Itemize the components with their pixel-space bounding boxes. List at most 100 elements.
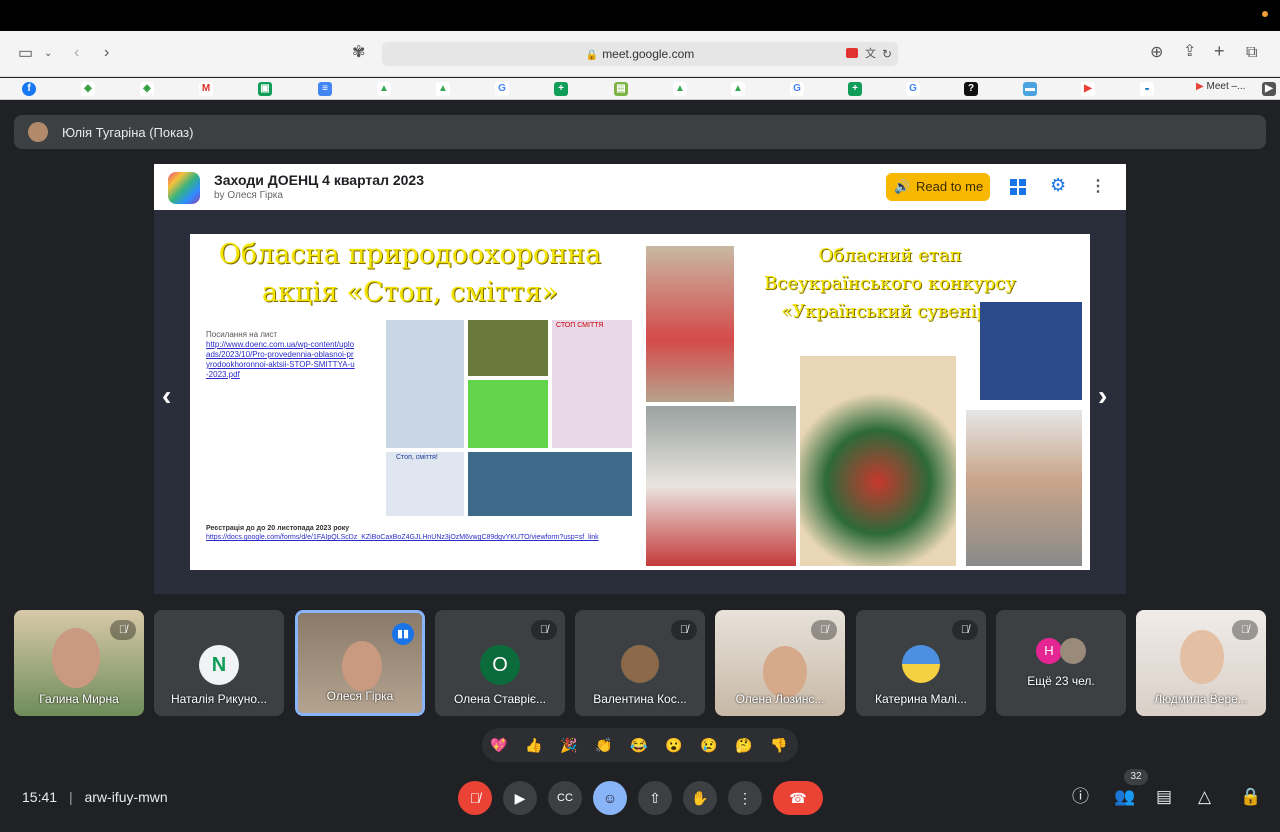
slide-link-url[interactable]: http://www.doenc.com.ua/wp-content/uploa… <box>206 340 356 380</box>
drive-bookmark-icon[interactable]: ▲ <box>377 82 391 96</box>
tabs-overview-icon[interactable]: ⧉ <box>1246 45 1257 61</box>
chevron-down-icon[interactable]: ⌄ <box>44 46 52 62</box>
mic-toggle-button[interactable]: 🎙̸ <box>458 781 492 815</box>
image-bookmark-icon[interactable]: ▤ <box>614 82 628 96</box>
surprised-reaction[interactable]: 😮 <box>663 734 685 756</box>
reload-icon[interactable]: ↻ <box>882 42 892 66</box>
browser-toolbar: ▭ ⌄ ‹ › ✾ 🔒 meet.google.com 文 ↻ ⊕ ⇪ + ⧉ <box>0 31 1280 77</box>
meet-tab[interactable]: ▶ Meet –... <box>1196 81 1245 92</box>
reactions-button[interactable]: ☺ <box>593 781 627 815</box>
translate-icon[interactable]: 文 <box>865 42 876 66</box>
new-tab-icon[interactable]: + <box>1214 42 1225 60</box>
doc-title: Заходи ДОЕНЦ 4 квартал 2023 <box>214 172 424 188</box>
clap-reaction[interactable]: 👏 <box>593 734 615 756</box>
painted-board-photo <box>800 356 956 566</box>
participant-tile[interactable]: 🎙̸ Катерина Малі... <box>856 610 986 716</box>
camera-icon: ▶ <box>514 790 526 806</box>
chat-icon[interactable]: ▤ <box>1156 787 1172 807</box>
camera-active-icon[interactable] <box>846 48 858 58</box>
more-options-button[interactable]: ⋮ <box>728 781 762 815</box>
laugh-reaction[interactable]: 😂 <box>628 734 650 756</box>
participant-tile[interactable]: N Наталія Рикуно... <box>154 610 284 716</box>
sparkling-heart-reaction[interactable]: 💖 <box>488 734 510 756</box>
present-button[interactable]: ⇧ <box>638 781 672 815</box>
meet-bookmark-icon[interactable]: ▶ <box>1081 82 1095 96</box>
info-icon[interactable]: ⓘ <box>1072 787 1089 807</box>
shield-bookmark-icon[interactable]: ◈ <box>81 82 95 96</box>
forward-icon[interactable]: › <box>104 45 109 61</box>
more-participants-tile[interactable]: Н Ещё 23 чел. <box>996 610 1126 716</box>
camera-tab-icon[interactable]: ▶ <box>1262 82 1276 96</box>
more-vert-icon[interactable]: ⋮ <box>1090 176 1106 196</box>
participant-avatar <box>621 645 659 683</box>
read-to-me-button[interactable]: 🔊 Read to me <box>886 173 990 201</box>
slide-left-title-line: Обласна природоохоронна <box>218 239 602 270</box>
raise-hand-button[interactable]: ✋ <box>683 781 717 815</box>
download-icon[interactable]: ⊕ <box>1150 45 1163 61</box>
drive-bookmark-icon[interactable]: ▲ <box>731 82 745 96</box>
recording-indicator-dot <box>1262 11 1268 17</box>
drive-bookmark-icon[interactable]: ▲ <box>673 82 687 96</box>
extension-icon[interactable]: ✾ <box>352 45 365 61</box>
participant-face <box>342 641 382 691</box>
bookmarks-bar: f ◈ ◈ M ▣ ≡ ▲ ▲ G + ▤ ▲ ▲ G + G ? ▬ ▶ ◒ … <box>0 78 1280 100</box>
google-bookmark-icon[interactable]: G <box>790 82 804 96</box>
google-bookmark-icon[interactable]: G <box>906 82 920 96</box>
address-bar[interactable]: 🔒 meet.google.com 文 ↻ <box>382 42 898 66</box>
captions-button[interactable]: CC <box>548 781 582 815</box>
slide-registration-label: Реєстрація до до 20 листопада 2023 року <box>206 525 350 532</box>
camera-toggle-button[interactable]: ▶ <box>503 781 537 815</box>
mic-off-icon: 🎙̸ <box>671 620 697 640</box>
participant-tile[interactable]: 🎙̸ Галина Мирна <box>14 610 144 716</box>
gear-icon[interactable]: ⚙ <box>1050 175 1066 196</box>
mic-off-icon: 🎙̸ <box>811 620 837 640</box>
back-icon[interactable]: ‹ <box>74 45 79 61</box>
people-icon[interactable]: 👥 <box>1114 787 1135 807</box>
participant-tile-active[interactable]: ▮▮ Олеся Гірка <box>295 610 425 716</box>
slide-registration-block: Реєстрація до до 20 листопада 2023 року … <box>206 524 646 542</box>
sad-reaction[interactable]: 😢 <box>698 734 720 756</box>
thinking-reaction[interactable]: 🤔 <box>733 734 755 756</box>
presenter-bar: Юлія Тугаріна (Показ) <box>14 115 1266 149</box>
sheets-bookmark-icon[interactable]: + <box>554 82 568 96</box>
help-bookmark-icon[interactable]: ? <box>964 82 978 96</box>
leave-call-button[interactable]: ☎ <box>773 781 823 815</box>
share-icon[interactable]: ⇪ <box>1183 44 1196 60</box>
google-bookmark-icon[interactable]: G <box>495 82 509 96</box>
participant-tile[interactable]: 🎙̸ Людмила Вере... <box>1136 610 1266 716</box>
docs-bookmark-icon[interactable]: ≡ <box>318 82 332 96</box>
thumbs-up-reaction[interactable]: 👍 <box>523 734 545 756</box>
party-reaction[interactable]: 🎉 <box>558 734 580 756</box>
mic-off-icon: 🎙̸ <box>469 790 481 806</box>
site-bookmark-icon[interactable]: ◒ <box>1140 82 1154 96</box>
drive-bookmark-icon[interactable]: ▲ <box>436 82 450 96</box>
participant-tile[interactable]: 🎙̸ Валентина Кос... <box>575 610 705 716</box>
collage-poster <box>386 320 464 448</box>
doll-photo <box>646 246 734 402</box>
grid-view-icon[interactable] <box>1010 179 1026 195</box>
hang-up-icon: ☎ <box>789 790 807 806</box>
participant-tile[interactable]: О 🎙̸ Олена Ставріє... <box>435 610 565 716</box>
classroom-bookmark-icon[interactable]: ▣ <box>258 82 272 96</box>
facebook-bookmark-icon[interactable]: f <box>22 82 36 96</box>
slide: Обласна природоохоронна акція «Стоп, смі… <box>190 234 1090 570</box>
participant-name: Наталія Рикуно... <box>170 692 267 706</box>
sheets-bookmark-icon[interactable]: + <box>848 82 862 96</box>
slide-registration-url[interactable]: https://docs.google.com/forms/d/e/1FAIpQ… <box>206 533 646 542</box>
activities-icon[interactable]: △ <box>1198 787 1211 807</box>
meet-tab-label: Meet –... <box>1206 81 1246 92</box>
shield-bookmark-icon[interactable]: ◈ <box>140 82 154 96</box>
next-slide-arrow-icon[interactable]: › <box>1098 380 1107 412</box>
sidebar-toggle-icon[interactable]: ▭ <box>18 46 33 62</box>
thumbs-down-reaction[interactable]: 👎 <box>768 734 790 756</box>
gmail-bookmark-icon[interactable]: M <box>199 82 213 96</box>
speaker-icon: 🔊 <box>894 179 911 194</box>
forms-bookmark-icon[interactable]: ▬ <box>1023 82 1037 96</box>
participant-tile[interactable]: 🎙̸ Олена Лозинс... <box>715 610 845 716</box>
prev-slide-arrow-icon[interactable]: ‹ <box>162 380 171 412</box>
participant-count-badge: 32 <box>1124 769 1148 785</box>
participant-avatar <box>1060 638 1086 664</box>
host-controls-icon[interactable]: 🔒 <box>1240 787 1261 807</box>
participant-name: Олена Лозинс... <box>735 692 825 706</box>
meet-tab-icon: ▶ <box>1196 81 1204 92</box>
